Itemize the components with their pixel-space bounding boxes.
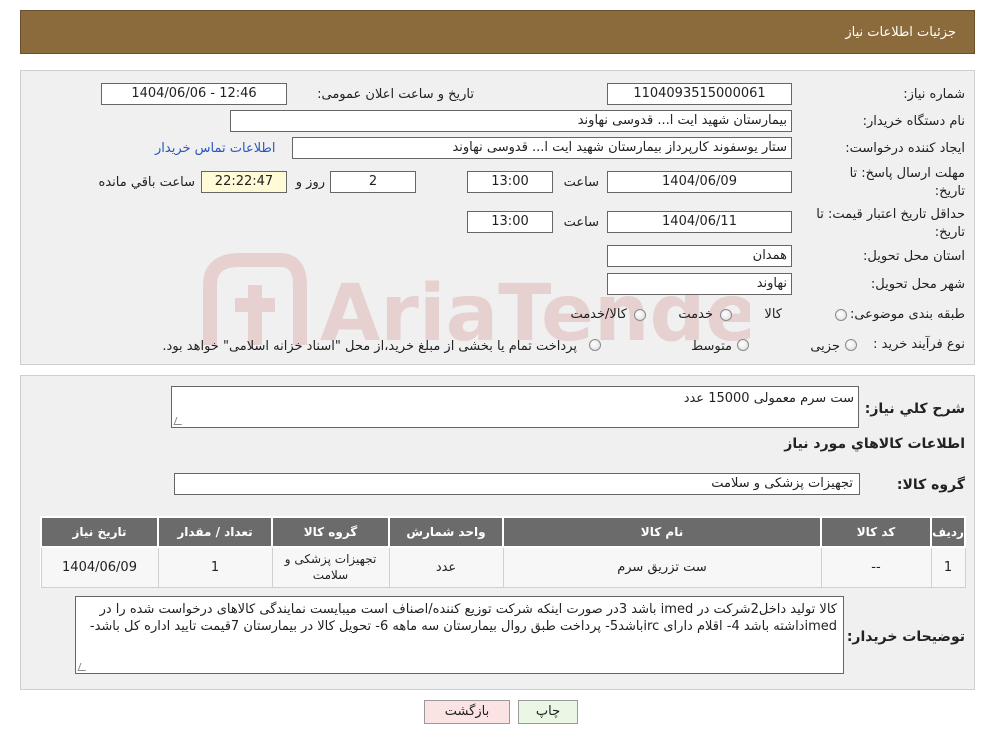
deadline-time-field: 13:00 [467, 171, 553, 193]
province-field: همدان [607, 245, 792, 267]
col-group-header: گروه کالا [271, 516, 390, 548]
process-option-partial: جزیی [810, 339, 840, 354]
process-radio-partial[interactable] [845, 339, 857, 351]
process-radio-medium[interactable] [737, 339, 749, 351]
cell-name: ست تزریق سرم [502, 546, 822, 588]
need-number-label: شماره نیاز: [903, 87, 965, 102]
back-button[interactable]: بازگشت [424, 700, 510, 724]
province-label: استان محل تحویل: [863, 249, 965, 264]
general-desc-textarea[interactable]: ست سرم معمولی 15000 عدد [171, 386, 859, 428]
col-unit-header: واحد شمارش [388, 516, 504, 548]
category-option-goods-service: کالا/خدمت [570, 307, 627, 322]
category-radio-goods-service[interactable] [634, 309, 646, 321]
col-qty-header: تعداد / مقدار [157, 516, 273, 548]
announce-label: تاریخ و ساعت اعلان عمومی: [317, 87, 474, 102]
buyer-org-field: بیمارستان شهید ایت ا... قدوسی نهاوند [230, 110, 792, 132]
category-radio-goods[interactable] [835, 309, 847, 321]
city-label: شهر محل تحویل: [870, 277, 965, 292]
deadline-date-field: 1404/06/09 [607, 171, 792, 193]
days-label: روز و [295, 175, 325, 190]
buyer-notes-label: توضیحات خریدار: [846, 629, 965, 645]
cell-code: -- [820, 546, 932, 588]
deadline-label-date: تاریخ: [934, 184, 965, 199]
general-desc-text: ست سرم معمولی 15000 عدد [683, 391, 854, 406]
need-number-field: 1104093515000061 [607, 83, 792, 105]
validity-time-field: 13:00 [467, 211, 553, 233]
cell-row: 1 [930, 546, 966, 588]
general-desc-label: شرح کلي نياز: [864, 401, 965, 417]
buyer-org-label: نام دستگاه خریدار: [862, 114, 965, 129]
col-date-header: تاریخ نیاز [40, 516, 159, 548]
goods-group-field: تجهیزات پزشکی و سلامت [174, 473, 860, 495]
buyer-notes-text: کالا تولید داخل2شرکت در imed باشد 3در صو… [89, 602, 837, 634]
creator-field: ستار یوسفوند کارپرداز بیمارستان شهید ایت… [292, 137, 792, 159]
cell-date: 1404/06/09 [40, 546, 159, 588]
col-row-header: ردیف [930, 516, 966, 548]
process-option-medium: متوسط [691, 339, 732, 354]
category-label: طبقه بندی موضوعی: [849, 307, 965, 322]
print-button[interactable]: چاپ [518, 700, 578, 724]
city-field: نهاوند [607, 273, 792, 295]
cell-qty: 1 [157, 546, 273, 588]
goods-group-label: گروه کالا: [896, 477, 965, 493]
time-remaining-label: ساعت باقي مانده [98, 175, 195, 190]
goods-info-title: اطلاعات کالاهاي مورد نياز [784, 436, 965, 452]
days-remaining-field: 2 [330, 171, 416, 193]
validity-label-date: تاریخ: [934, 225, 965, 240]
category-option-service: خدمت [678, 307, 713, 322]
cell-group: تجهیزات پزشکی و سلامت [271, 546, 390, 588]
resize-handle-icon[interactable] [77, 663, 89, 671]
goods-table-header: ردیف کد کالا نام کالا واحد شمارش گروه کا… [40, 516, 966, 548]
validity-time-label: ساعت [563, 215, 599, 230]
buyer-contact-link[interactable]: اطلاعات تماس خریدار [155, 141, 275, 156]
goods-table: ردیف کد کالا نام کالا واحد شمارش گروه کا… [40, 516, 966, 588]
announce-datetime-field: 1404/06/06 - 12:46 [101, 83, 287, 105]
creator-label: ایجاد کننده درخواست: [845, 141, 965, 156]
deadline-label: مهلت ارسال پاسخ: تا [849, 166, 965, 181]
col-code-header: کد کالا [820, 516, 932, 548]
deadline-time-label: ساعت [563, 175, 599, 190]
time-remaining-field: 22:22:47 [201, 171, 287, 193]
col-name-header: نام کالا [502, 516, 822, 548]
table-row: 1 -- ست تزریق سرم عدد تجهیزات پزشکی و سل… [40, 546, 966, 588]
page-title: جزئیات اطلاعات نیاز [845, 25, 956, 40]
resize-handle-icon[interactable] [173, 417, 185, 425]
validity-date-field: 1404/06/11 [607, 211, 792, 233]
process-radio-treasury[interactable] [589, 339, 601, 351]
process-type-label: نوع فرآیند خرید : [873, 337, 965, 352]
category-radio-service[interactable] [720, 309, 732, 321]
page-header: جزئیات اطلاعات نیاز [20, 10, 975, 54]
buyer-notes-textarea[interactable]: کالا تولید داخل2شرکت در imed باشد 3در صو… [75, 596, 844, 674]
category-option-goods: کالا [764, 307, 782, 322]
process-treasury-note: پرداخت تمام یا بخشی از مبلغ خرید،از محل … [162, 339, 577, 354]
cell-unit: عدد [388, 546, 504, 588]
validity-label: حداقل تاریخ اعتبار قیمت: تا [816, 207, 965, 222]
